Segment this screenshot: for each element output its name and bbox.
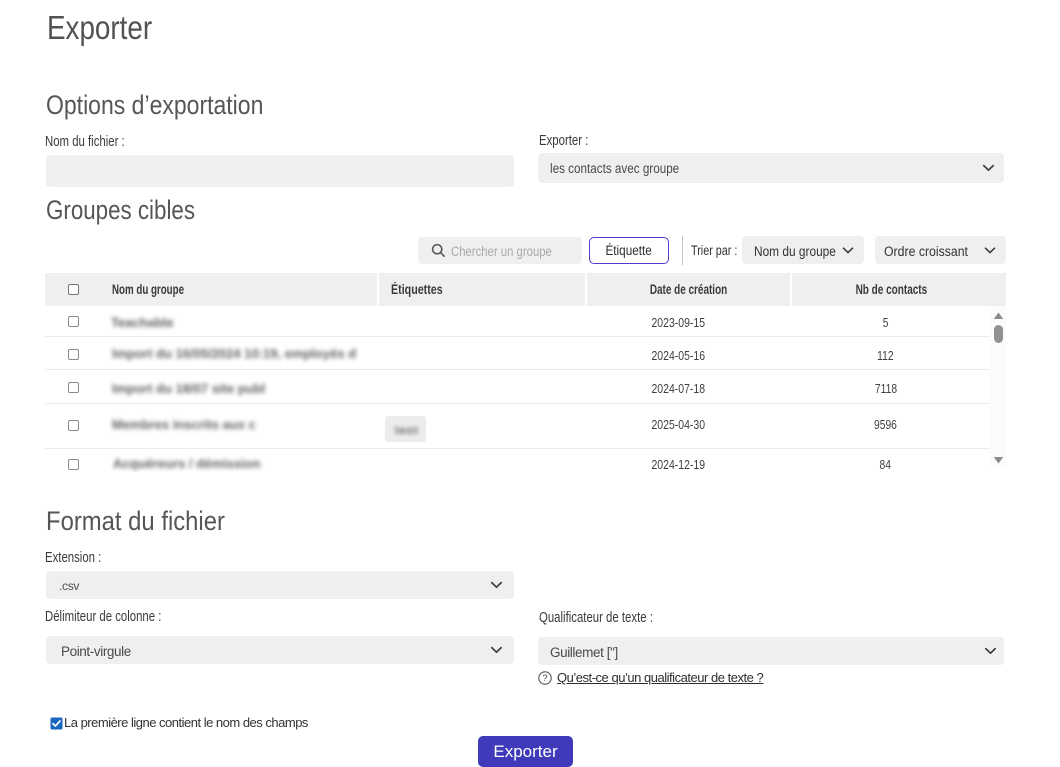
svg-text:?: ?	[542, 673, 547, 683]
